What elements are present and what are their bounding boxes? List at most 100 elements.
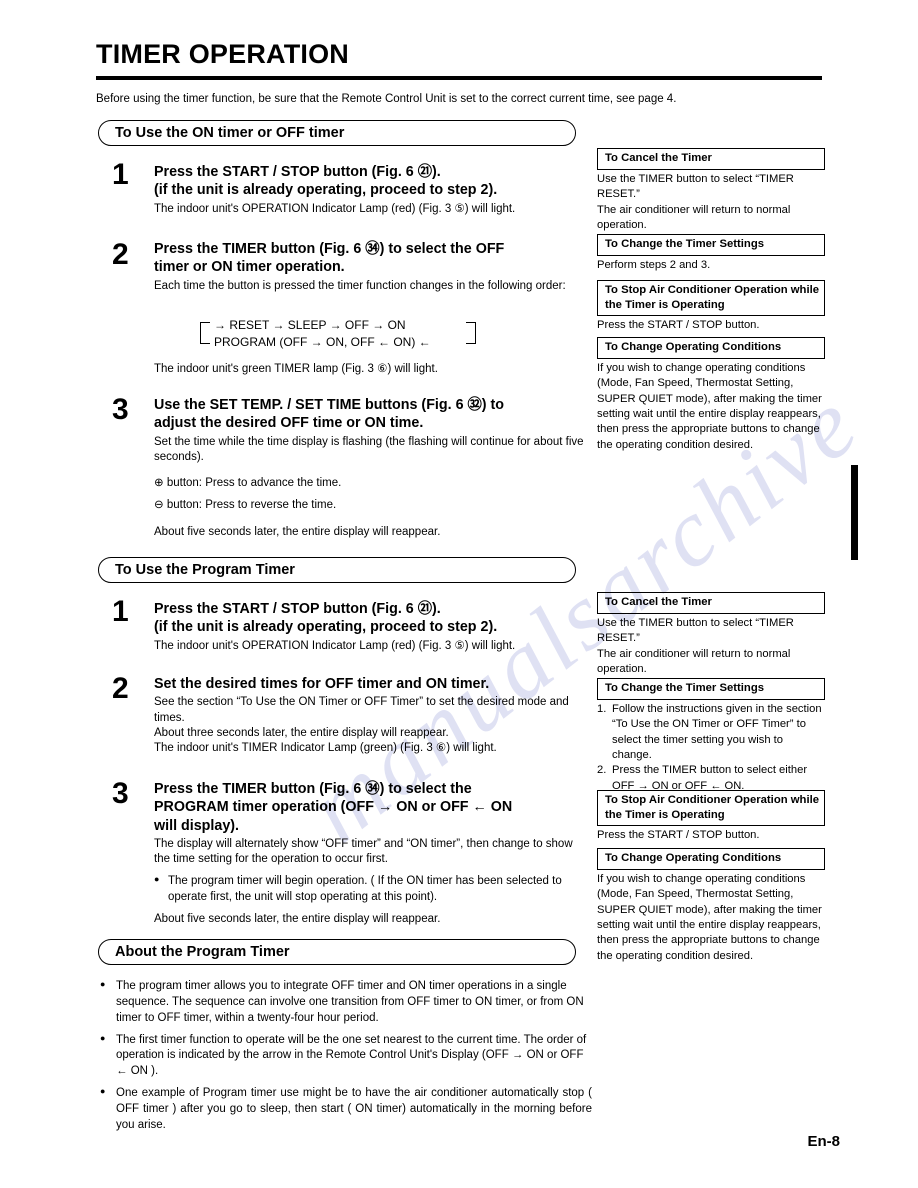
step-number: 1 — [112, 595, 129, 628]
step-body: Set the desired times for OFF timer and … — [154, 675, 584, 756]
page-edge-tab-marker — [851, 465, 858, 560]
sidebar-box-body: 1. Follow the instructions given in the … — [597, 700, 825, 795]
step-lead-line: will display). — [154, 817, 240, 834]
sidebar-item-number: 2. — [597, 764, 607, 777]
plus-button-line: ⊕ button: Press to advance the time. — [154, 477, 342, 490]
sidebar-line: Press the START / STOP button. — [597, 829, 760, 842]
step-detail-line: The indoor unit's green TIMER lamp (Fig.… — [154, 363, 438, 375]
sidebar-line: Perform steps 2 and 3. — [597, 258, 711, 271]
step-detail: The display will alternately show “OFF t… — [154, 837, 584, 868]
sidebar-box-body: Perform steps 2 and 3. — [597, 256, 825, 273]
sidebar-line: Use the TIMER button to select “TIMER RE… — [597, 172, 794, 201]
step-body: Press the START / STOP button (Fig. 6 ㉑)… — [154, 600, 584, 654]
sidebar-item-text: Press the TIMER button to select either … — [612, 764, 808, 792]
sidebar-top-group: To Change the Timer Settings Perform ste… — [597, 234, 825, 273]
step-number: 3 — [112, 777, 129, 810]
intro-text: Before using the timer function, be sure… — [96, 93, 677, 105]
minus-button-line: ⊖ button: Press to reverse the time. — [154, 499, 337, 512]
cycle-bottom-row: PROGRAM (OFF → ON, OFF ← ON) ← — [214, 335, 431, 349]
step-detail: Each time the button is pressed the time… — [154, 279, 584, 294]
sidebar-line: Press the START / STOP button. — [597, 319, 760, 332]
section-header-label: To Use the Program Timer — [115, 562, 295, 578]
page-number: En-8 — [807, 1133, 840, 1150]
about-bullets: The program timer allows you to integrat… — [100, 978, 592, 1138]
cycle-top-row: → RESET → SLEEP → OFF → ON — [214, 318, 406, 332]
step-lead-line: Press the START / STOP button (Fig. 6 ㉑)… — [154, 164, 441, 180]
step-body: Press the TIMER button (Fig. 6 ㉞) to sel… — [154, 780, 584, 927]
step-detail-line: The indoor unit's TIMER Indicator Lamp (… — [154, 742, 497, 755]
sidebar-box-heading: To Cancel the Timer — [597, 148, 825, 170]
step-lead-line: timer or ON timer operation. — [154, 259, 345, 276]
cycle-loop-left-bracket — [200, 322, 210, 344]
step-detail: The indoor unit's OPERATION Indicator La… — [154, 202, 584, 217]
sidebar-top-group: To Change Operating Conditions If you wi… — [597, 337, 825, 453]
step-detail-line: Each time the button is pressed the time… — [154, 279, 566, 292]
sidebar-line: Use the TIMER button to select “TIMER RE… — [597, 616, 794, 645]
sidebar-bottom-group: To Cancel the Timer Use the TIMER button… — [597, 592, 825, 677]
step-detail-line: The display will alternately show “OFF t… — [154, 837, 573, 866]
step-detail-line: About three seconds later, the entire di… — [154, 726, 449, 739]
title-underline — [96, 76, 822, 80]
sidebar-bottom-group: To Change the Timer Settings 1. Follow t… — [597, 678, 825, 794]
step-bullet-text: The program timer will begin operation. … — [168, 875, 562, 904]
section-header-label: To Use the ON timer or OFF timer — [115, 125, 345, 141]
sidebar-box-heading: To Stop Air Conditioner Operation while … — [597, 790, 825, 827]
section-header-on-off-timer: To Use the ON timer or OFF timer — [98, 120, 576, 146]
step-detail-after: The indoor unit's green TIMER lamp (Fig.… — [154, 362, 584, 377]
sidebar-line: If you wish to change operating conditio… — [597, 872, 822, 962]
step-lead-line: (if the unit is already operating, proce… — [154, 619, 498, 636]
sidebar-item-number: 1. — [597, 702, 607, 715]
section-header-about-program-timer: About the Program Timer — [98, 939, 576, 965]
step-detail-line: The indoor unit's OPERATION Indicator La… — [154, 639, 516, 652]
sidebar-box-heading: To Change Operating Conditions — [597, 337, 825, 359]
sidebar-bottom-group: To Change Operating Conditions If you wi… — [597, 848, 825, 964]
step-number: 3 — [112, 393, 129, 426]
sidebar-numbered-item: 1. Follow the instructions given in the … — [597, 702, 825, 764]
sidebar-box-body: If you wish to change operating conditio… — [597, 870, 825, 965]
about-bullet: The program timer allows you to integrat… — [100, 978, 592, 1027]
step-lead-line: Press the START / STOP button (Fig. 6 ㉑)… — [154, 601, 441, 617]
step-detail-plus: ⊕ button: Press to advance the time. — [154, 476, 584, 491]
sidebar-box-heading: To Change Operating Conditions — [597, 848, 825, 870]
about-bullet: One example of Program timer use might b… — [100, 1085, 592, 1134]
page-title: TIMER OPERATION — [96, 39, 350, 69]
step-number: 1 — [112, 158, 129, 191]
about-bullet-text: The program timer allows you to integrat… — [116, 980, 584, 1024]
about-bullet-text: One example of Program timer use might b… — [116, 1087, 592, 1131]
step-number: 2 — [112, 238, 129, 271]
sidebar-box-body: Use the TIMER button to select “TIMER RE… — [597, 170, 825, 234]
step-detail-line: See the section “To Use the ON Timer or … — [154, 696, 569, 724]
sidebar-bottom-group: To Stop Air Conditioner Operation while … — [597, 790, 825, 844]
sidebar-line: If you wish to change operating conditio… — [597, 361, 822, 451]
sidebar-line: The air conditioner will return to norma… — [597, 647, 791, 676]
sidebar-item-text: Follow the instructions given in the sec… — [612, 702, 822, 762]
about-bullet-text: The first timer function to operate will… — [116, 1033, 587, 1078]
sidebar-box-body: If you wish to change operating conditio… — [597, 359, 825, 454]
step-lead-line: Press the TIMER button (Fig. 6 ㉞) to sel… — [154, 781, 472, 797]
step-lead-line: (if the unit is already operating, proce… — [154, 182, 498, 199]
step-body: Press the TIMER button (Fig. 6 ㉞) to sel… — [154, 240, 584, 294]
step-lead-line: Use the SET TEMP. / SET TIME buttons (Fi… — [154, 397, 505, 413]
cycle-loop-right-bracket — [466, 322, 476, 344]
sidebar-box-body: Use the TIMER button to select “TIMER RE… — [597, 614, 825, 678]
step-detail: See the section “To Use the ON Timer or … — [154, 695, 584, 756]
sidebar-box-body: Press the START / STOP button. — [597, 316, 825, 333]
sidebar-line: The air conditioner will return to norma… — [597, 203, 791, 232]
sidebar-box-heading: To Stop Air Conditioner Operation while … — [597, 280, 825, 317]
step-body: Press the START / STOP button (Fig. 6 ㉑)… — [154, 163, 584, 217]
step-lead-line: Set the desired times for OFF timer and … — [154, 676, 490, 692]
step-body: Use the SET TEMP. / SET TIME buttons (Fi… — [154, 396, 584, 540]
sidebar-top-group: To Cancel the Timer Use the TIMER button… — [597, 148, 825, 233]
step-lead-line: Press the TIMER button (Fig. 6 ㉞) to sel… — [154, 241, 505, 257]
about-bullet: The first timer function to operate will… — [100, 1032, 592, 1081]
step-detail-after: About five seconds later, the entire dis… — [154, 912, 584, 927]
step-detail-after: About five seconds later, the entire dis… — [154, 525, 584, 540]
sidebar-box-heading: To Change the Timer Settings — [597, 234, 825, 256]
sidebar-box-heading: To Cancel the Timer — [597, 592, 825, 614]
step-detail: Set the time while the time display is f… — [154, 435, 584, 466]
step-detail: The indoor unit's OPERATION Indicator La… — [154, 639, 584, 654]
step-bullet: The program timer will begin operation. … — [154, 873, 584, 906]
step-detail-line: The indoor unit's OPERATION Indicator La… — [154, 202, 516, 215]
step-detail-line: About five seconds later, the entire dis… — [154, 525, 441, 538]
step-number: 2 — [112, 672, 129, 705]
